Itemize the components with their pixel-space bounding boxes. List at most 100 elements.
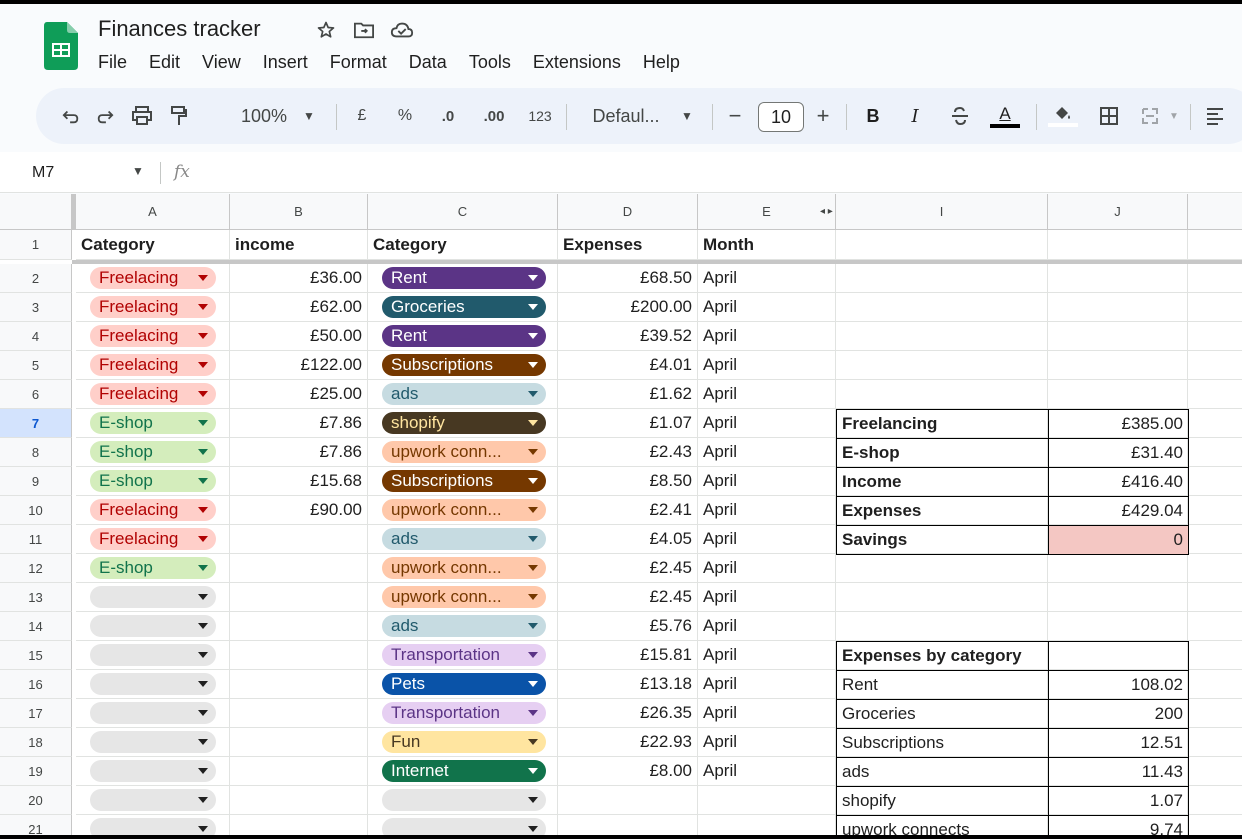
- income-value[interactable]: [230, 612, 368, 641]
- expense-value[interactable]: [558, 815, 698, 835]
- summary-label[interactable]: Freelancing: [836, 409, 1049, 439]
- expense-category-dropdown[interactable]: [382, 818, 546, 835]
- income-value[interactable]: £25.00: [230, 380, 368, 409]
- cell[interactable]: [836, 583, 1048, 612]
- income-value[interactable]: £7.86: [230, 438, 368, 467]
- row-header-19[interactable]: 19: [0, 757, 72, 786]
- expense-category-dropdown[interactable]: Pets: [382, 673, 546, 695]
- menu-edit[interactable]: Edit: [149, 52, 180, 73]
- row-header-8[interactable]: 8: [0, 438, 72, 467]
- category-total-label[interactable]: ads: [836, 757, 1049, 787]
- income-category-dropdown[interactable]: E-shop: [90, 441, 216, 463]
- cell[interactable]: [1188, 757, 1242, 786]
- cell[interactable]: [1188, 438, 1242, 467]
- month-value[interactable]: April: [698, 699, 836, 728]
- category-total-value[interactable]: 9.74: [1048, 815, 1189, 835]
- month-value[interactable]: [698, 786, 836, 815]
- expense-value[interactable]: £39.52: [558, 322, 698, 351]
- expense-category-dropdown[interactable]: upwork conn...: [382, 499, 546, 521]
- category-total-label[interactable]: Rent: [836, 670, 1049, 700]
- income-category-dropdown[interactable]: Freelacing: [90, 267, 216, 289]
- cell[interactable]: [1188, 641, 1242, 670]
- month-value[interactable]: April: [698, 496, 836, 525]
- menu-file[interactable]: File: [98, 52, 127, 73]
- summary-value[interactable]: £385.00: [1048, 409, 1189, 439]
- redo-icon[interactable]: [90, 88, 120, 144]
- cell[interactable]: [1188, 496, 1242, 525]
- income-value[interactable]: [230, 583, 368, 612]
- income-category-dropdown[interactable]: [90, 818, 216, 835]
- month-value[interactable]: April: [698, 612, 836, 641]
- month-value[interactable]: April: [698, 264, 836, 293]
- row-header-4[interactable]: 4: [0, 322, 72, 351]
- expense-category-dropdown[interactable]: Rent: [382, 325, 546, 347]
- expense-category-dropdown[interactable]: upwork conn...: [382, 441, 546, 463]
- income-value[interactable]: [230, 786, 368, 815]
- cell[interactable]: [1188, 264, 1242, 293]
- income-value[interactable]: £90.00: [230, 496, 368, 525]
- cell[interactable]: [1048, 264, 1188, 293]
- month-value[interactable]: April: [698, 757, 836, 786]
- cell[interactable]: [1048, 230, 1188, 260]
- row-header-16[interactable]: 16: [0, 670, 72, 699]
- cell[interactable]: [1048, 612, 1188, 641]
- cell[interactable]: [1188, 583, 1242, 612]
- row-header-2[interactable]: 2: [0, 264, 72, 293]
- cell[interactable]: [1188, 467, 1242, 496]
- expense-value[interactable]: £4.01: [558, 351, 698, 380]
- summary-value[interactable]: 0: [1048, 525, 1189, 555]
- summary-label[interactable]: Expenses: [836, 496, 1049, 526]
- expense-value[interactable]: £15.81: [558, 641, 698, 670]
- category-total-value[interactable]: 1.07: [1048, 786, 1189, 816]
- expense-value[interactable]: £2.45: [558, 583, 698, 612]
- expense-value[interactable]: £13.18: [558, 670, 698, 699]
- row-header-7[interactable]: 7: [0, 409, 72, 438]
- month-value[interactable]: April: [698, 438, 836, 467]
- font-select[interactable]: Defaul...: [584, 88, 668, 144]
- menu-help[interactable]: Help: [643, 52, 680, 73]
- income-value[interactable]: £122.00: [230, 351, 368, 380]
- income-value[interactable]: £50.00: [230, 322, 368, 351]
- category-total-value[interactable]: 108.02: [1048, 670, 1189, 700]
- cell[interactable]: [1188, 728, 1242, 757]
- cell[interactable]: [1188, 786, 1242, 815]
- column-header-a[interactable]: A: [76, 194, 230, 230]
- italic-button[interactable]: I: [902, 88, 928, 144]
- income-category-dropdown[interactable]: [90, 586, 216, 608]
- cell[interactable]: [1188, 525, 1242, 554]
- column-header-c[interactable]: C: [368, 194, 558, 230]
- expense-category-dropdown[interactable]: Fun: [382, 731, 546, 753]
- borders-icon[interactable]: [1094, 88, 1124, 144]
- decrease-decimal-button[interactable]: .0: [434, 88, 462, 144]
- cell[interactable]: [1188, 322, 1242, 351]
- cloud-status-icon[interactable]: [390, 18, 414, 42]
- undo-icon[interactable]: [56, 88, 86, 144]
- expense-value[interactable]: £8.00: [558, 757, 698, 786]
- income-category-dropdown[interactable]: E-shop: [90, 557, 216, 579]
- summary-label[interactable]: Savings: [836, 525, 1049, 555]
- summary-label[interactable]: Income: [836, 467, 1049, 497]
- column-header-b[interactable]: B: [230, 194, 368, 230]
- cell[interactable]: [836, 293, 1048, 322]
- expense-category-dropdown[interactable]: Groceries: [382, 296, 546, 318]
- expense-category-dropdown[interactable]: Transportation: [382, 644, 546, 666]
- month-value[interactable]: April: [698, 467, 836, 496]
- cell[interactable]: [1048, 554, 1188, 583]
- align-left-icon[interactable]: [1200, 88, 1230, 144]
- zoom-select[interactable]: 100%: [232, 88, 296, 144]
- increase-font-size-button[interactable]: +: [810, 88, 836, 144]
- print-icon[interactable]: [122, 88, 162, 144]
- category-total-label[interactable]: Groceries: [836, 699, 1049, 729]
- income-value[interactable]: £36.00: [230, 264, 368, 293]
- income-value[interactable]: [230, 728, 368, 757]
- cell[interactable]: [1188, 380, 1242, 409]
- expense-value[interactable]: [558, 786, 698, 815]
- income-category-dropdown[interactable]: [90, 789, 216, 811]
- income-value[interactable]: [230, 554, 368, 583]
- income-value[interactable]: [230, 670, 368, 699]
- month-value[interactable]: April: [698, 525, 836, 554]
- income-category-dropdown[interactable]: [90, 702, 216, 724]
- month-value[interactable]: April: [698, 293, 836, 322]
- cell[interactable]: [836, 612, 1048, 641]
- menu-data[interactable]: Data: [409, 52, 447, 73]
